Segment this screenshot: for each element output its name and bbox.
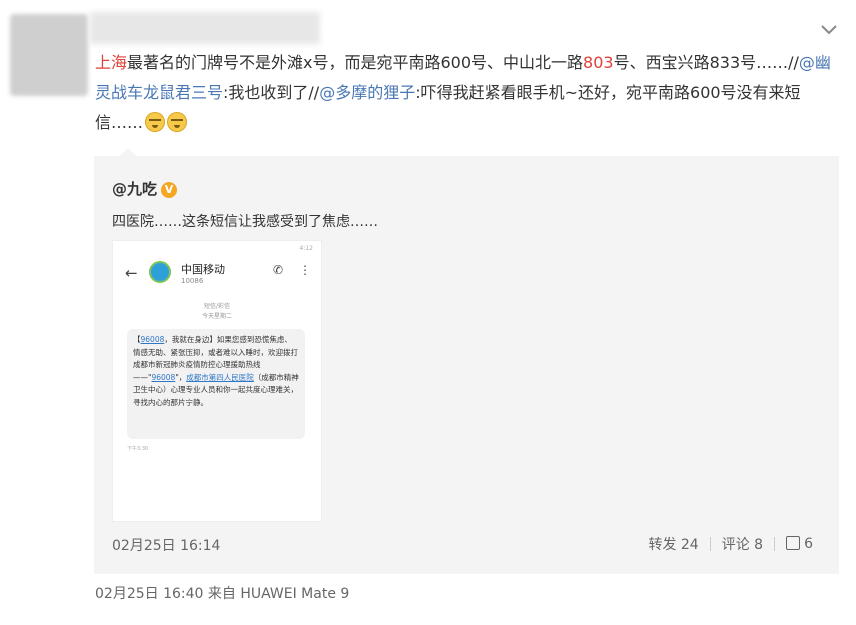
thumbs-up-icon xyxy=(786,536,801,550)
repost-text: 四医院……这条短信让我感受到了焦虑…… xyxy=(112,214,378,230)
post-footer-meta: 02月25日 16:40 来自 HUAWEI Mate 9 xyxy=(95,586,350,602)
phone-call-icon: ✆ xyxy=(273,263,284,277)
hashtag-city[interactable]: 上海 xyxy=(95,53,127,72)
sms-message-bubble: 【96008，我就在身边】如果您感到恐慌焦虑、情感无助、紧张压抑，或者难以入睡时… xyxy=(127,329,305,439)
sms-sender-name: 中国移动 xyxy=(181,263,225,276)
mention-link[interactable]: @多摩的狸子 xyxy=(319,83,415,102)
back-arrow-icon: ← xyxy=(125,264,138,282)
post-text: 上海最著名的门牌号不是外滩x号，而是宛平南路600号、中山北一路803号、西宝兴… xyxy=(95,48,840,138)
verified-badge-icon: V xyxy=(161,182,178,198)
post-text-seg: :我也收到了// xyxy=(223,83,320,102)
sms-date-label: 今天星期二 xyxy=(201,313,232,320)
china-mobile-logo xyxy=(149,261,171,283)
sms-text: "， xyxy=(175,372,187,382)
repost-image[interactable]: 4:12 ← 中国移动 10086 ✆ ⋮ 短信/彩信 今天星期二 【96008… xyxy=(112,240,322,522)
sms-sender-number: 10086 xyxy=(181,277,204,285)
chevron-down-icon[interactable] xyxy=(820,20,838,38)
repost-author-name[interactable]: @九吃 xyxy=(112,180,157,198)
repost-card: @九吃 V 四医院……这条短信让我感受到了焦虑…… 4:12 ← 中国移动 100… xyxy=(94,148,839,574)
repost-date[interactable]: 02月25日 16:14 xyxy=(112,535,220,555)
phone-status-time: 4:12 xyxy=(299,245,313,252)
divider xyxy=(709,537,711,551)
sms-link: 96008 xyxy=(140,335,165,344)
repost-author[interactable]: @九吃 V xyxy=(112,178,178,199)
sms-link: 96008 xyxy=(151,372,176,382)
sms-link: 成都市第四人民医院 xyxy=(186,372,254,382)
sms-time: 下午3:30 xyxy=(127,446,149,452)
like-count: 6 xyxy=(804,536,813,552)
sms-type-label: 短信/彩信 xyxy=(203,303,231,310)
emoji-icon xyxy=(167,112,188,132)
highlight-803: 803 xyxy=(583,53,614,72)
emoji-icon xyxy=(145,112,166,132)
repost-actions: 转发 24 评论 8 6 xyxy=(648,534,813,554)
like-button[interactable]: 6 xyxy=(786,536,813,552)
more-vert-icon: ⋮ xyxy=(299,263,311,277)
user-avatar[interactable] xyxy=(10,14,88,96)
user-name-blurred[interactable] xyxy=(90,12,320,44)
divider xyxy=(774,537,776,551)
post-text-seg: 号、西宝兴路833号……// xyxy=(613,53,799,72)
comment-button[interactable]: 评论 8 xyxy=(722,534,763,554)
repost-button[interactable]: 转发 24 xyxy=(648,534,698,554)
phone-status-bar: 4:12 xyxy=(121,245,313,255)
sms-text: 【 xyxy=(133,335,141,344)
post-text-seg: 最著名的门牌号不是外滩x号，而是宛平南路600号、中山北一路 xyxy=(127,53,584,72)
